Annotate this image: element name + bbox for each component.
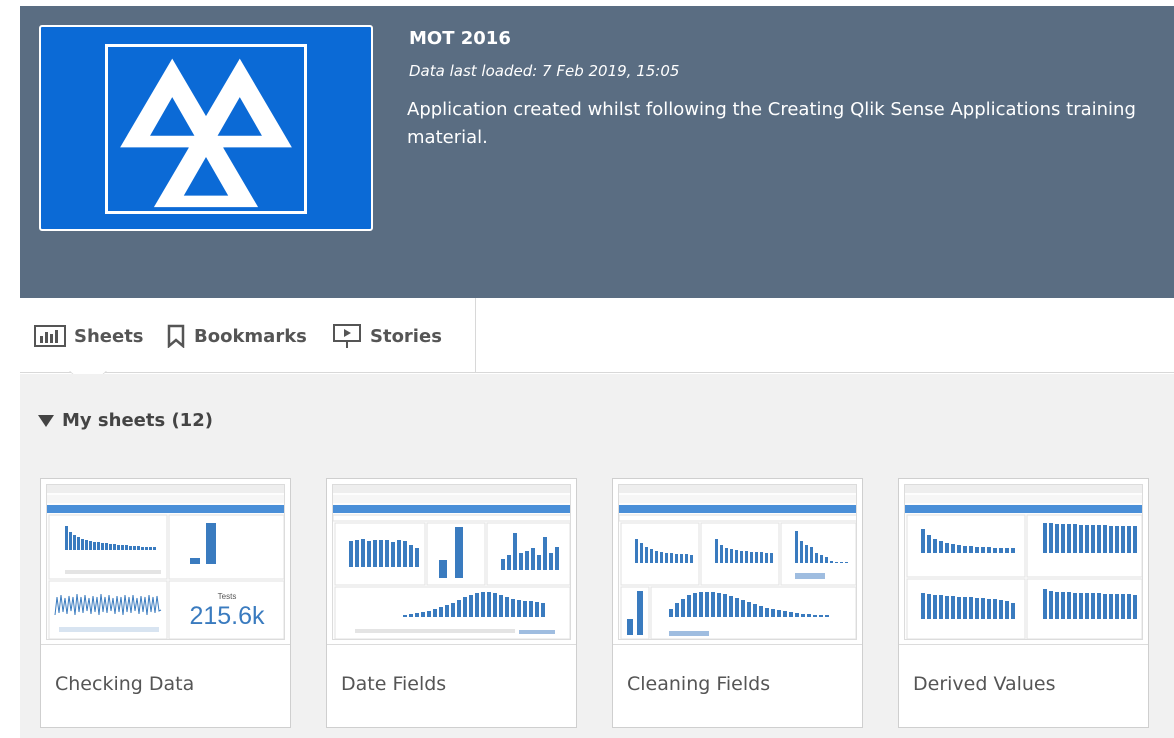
mot-logo-icon <box>105 44 307 214</box>
sheets-content: My sheets (12) Tests 215.6k Checking Dat… <box>20 374 1174 738</box>
chart-icon <box>34 325 66 347</box>
sheet-title: Checking Data <box>55 673 195 695</box>
card-divider <box>327 644 576 645</box>
tab-bookmarks[interactable]: Bookmarks <box>166 322 307 350</box>
sheet-card[interactable]: Derived Values <box>898 478 1149 728</box>
preview-kpi-label: Tests <box>218 592 237 601</box>
bookmark-icon <box>167 324 185 348</box>
tab-sheets[interactable]: Sheets <box>34 322 144 350</box>
tab-bookmarks-label: Bookmarks <box>194 325 307 347</box>
sheet-card[interactable]: Cleaning Fields <box>612 478 863 728</box>
my-sheets-header[interactable]: My sheets (12) <box>38 410 213 431</box>
app-thumbnail <box>39 25 373 231</box>
my-sheets-label: My sheets (12) <box>62 410 213 431</box>
tab-sheets-label: Sheets <box>74 325 144 347</box>
sheet-title: Derived Values <box>913 673 1056 695</box>
card-divider <box>613 644 862 645</box>
sheet-card[interactable]: Tests 215.6k Checking Data <box>40 478 291 728</box>
sheet-title: Date Fields <box>341 673 447 695</box>
sheet-preview <box>332 484 571 640</box>
card-divider <box>41 644 290 645</box>
card-divider <box>899 644 1148 645</box>
tab-stories-label: Stories <box>370 325 442 347</box>
presentation-icon <box>333 324 361 348</box>
sheet-title: Cleaning Fields <box>627 673 771 695</box>
app-header: MOT 2016 Data last loaded: 7 Feb 2019, 1… <box>20 6 1174 298</box>
sheet-card[interactable]: Date Fields <box>326 478 577 728</box>
preview-kpi-value: 215.6k <box>189 602 265 630</box>
data-last-loaded: Data last loaded: 7 Feb 2019, 15:05 <box>409 62 680 80</box>
sheet-preview <box>618 484 857 640</box>
tab-bar: Sheets Bookmarks Stories <box>20 298 1174 388</box>
tab-stories[interactable]: Stories <box>332 322 442 350</box>
caret-down-icon <box>38 414 54 427</box>
sheet-preview: Tests 215.6k <box>46 484 285 640</box>
app-description: Application created whilst following the… <box>407 99 1136 148</box>
tabs-container: Sheets Bookmarks Stories <box>20 298 476 373</box>
app-title: MOT 2016 <box>409 28 511 49</box>
sheet-preview <box>904 484 1143 640</box>
